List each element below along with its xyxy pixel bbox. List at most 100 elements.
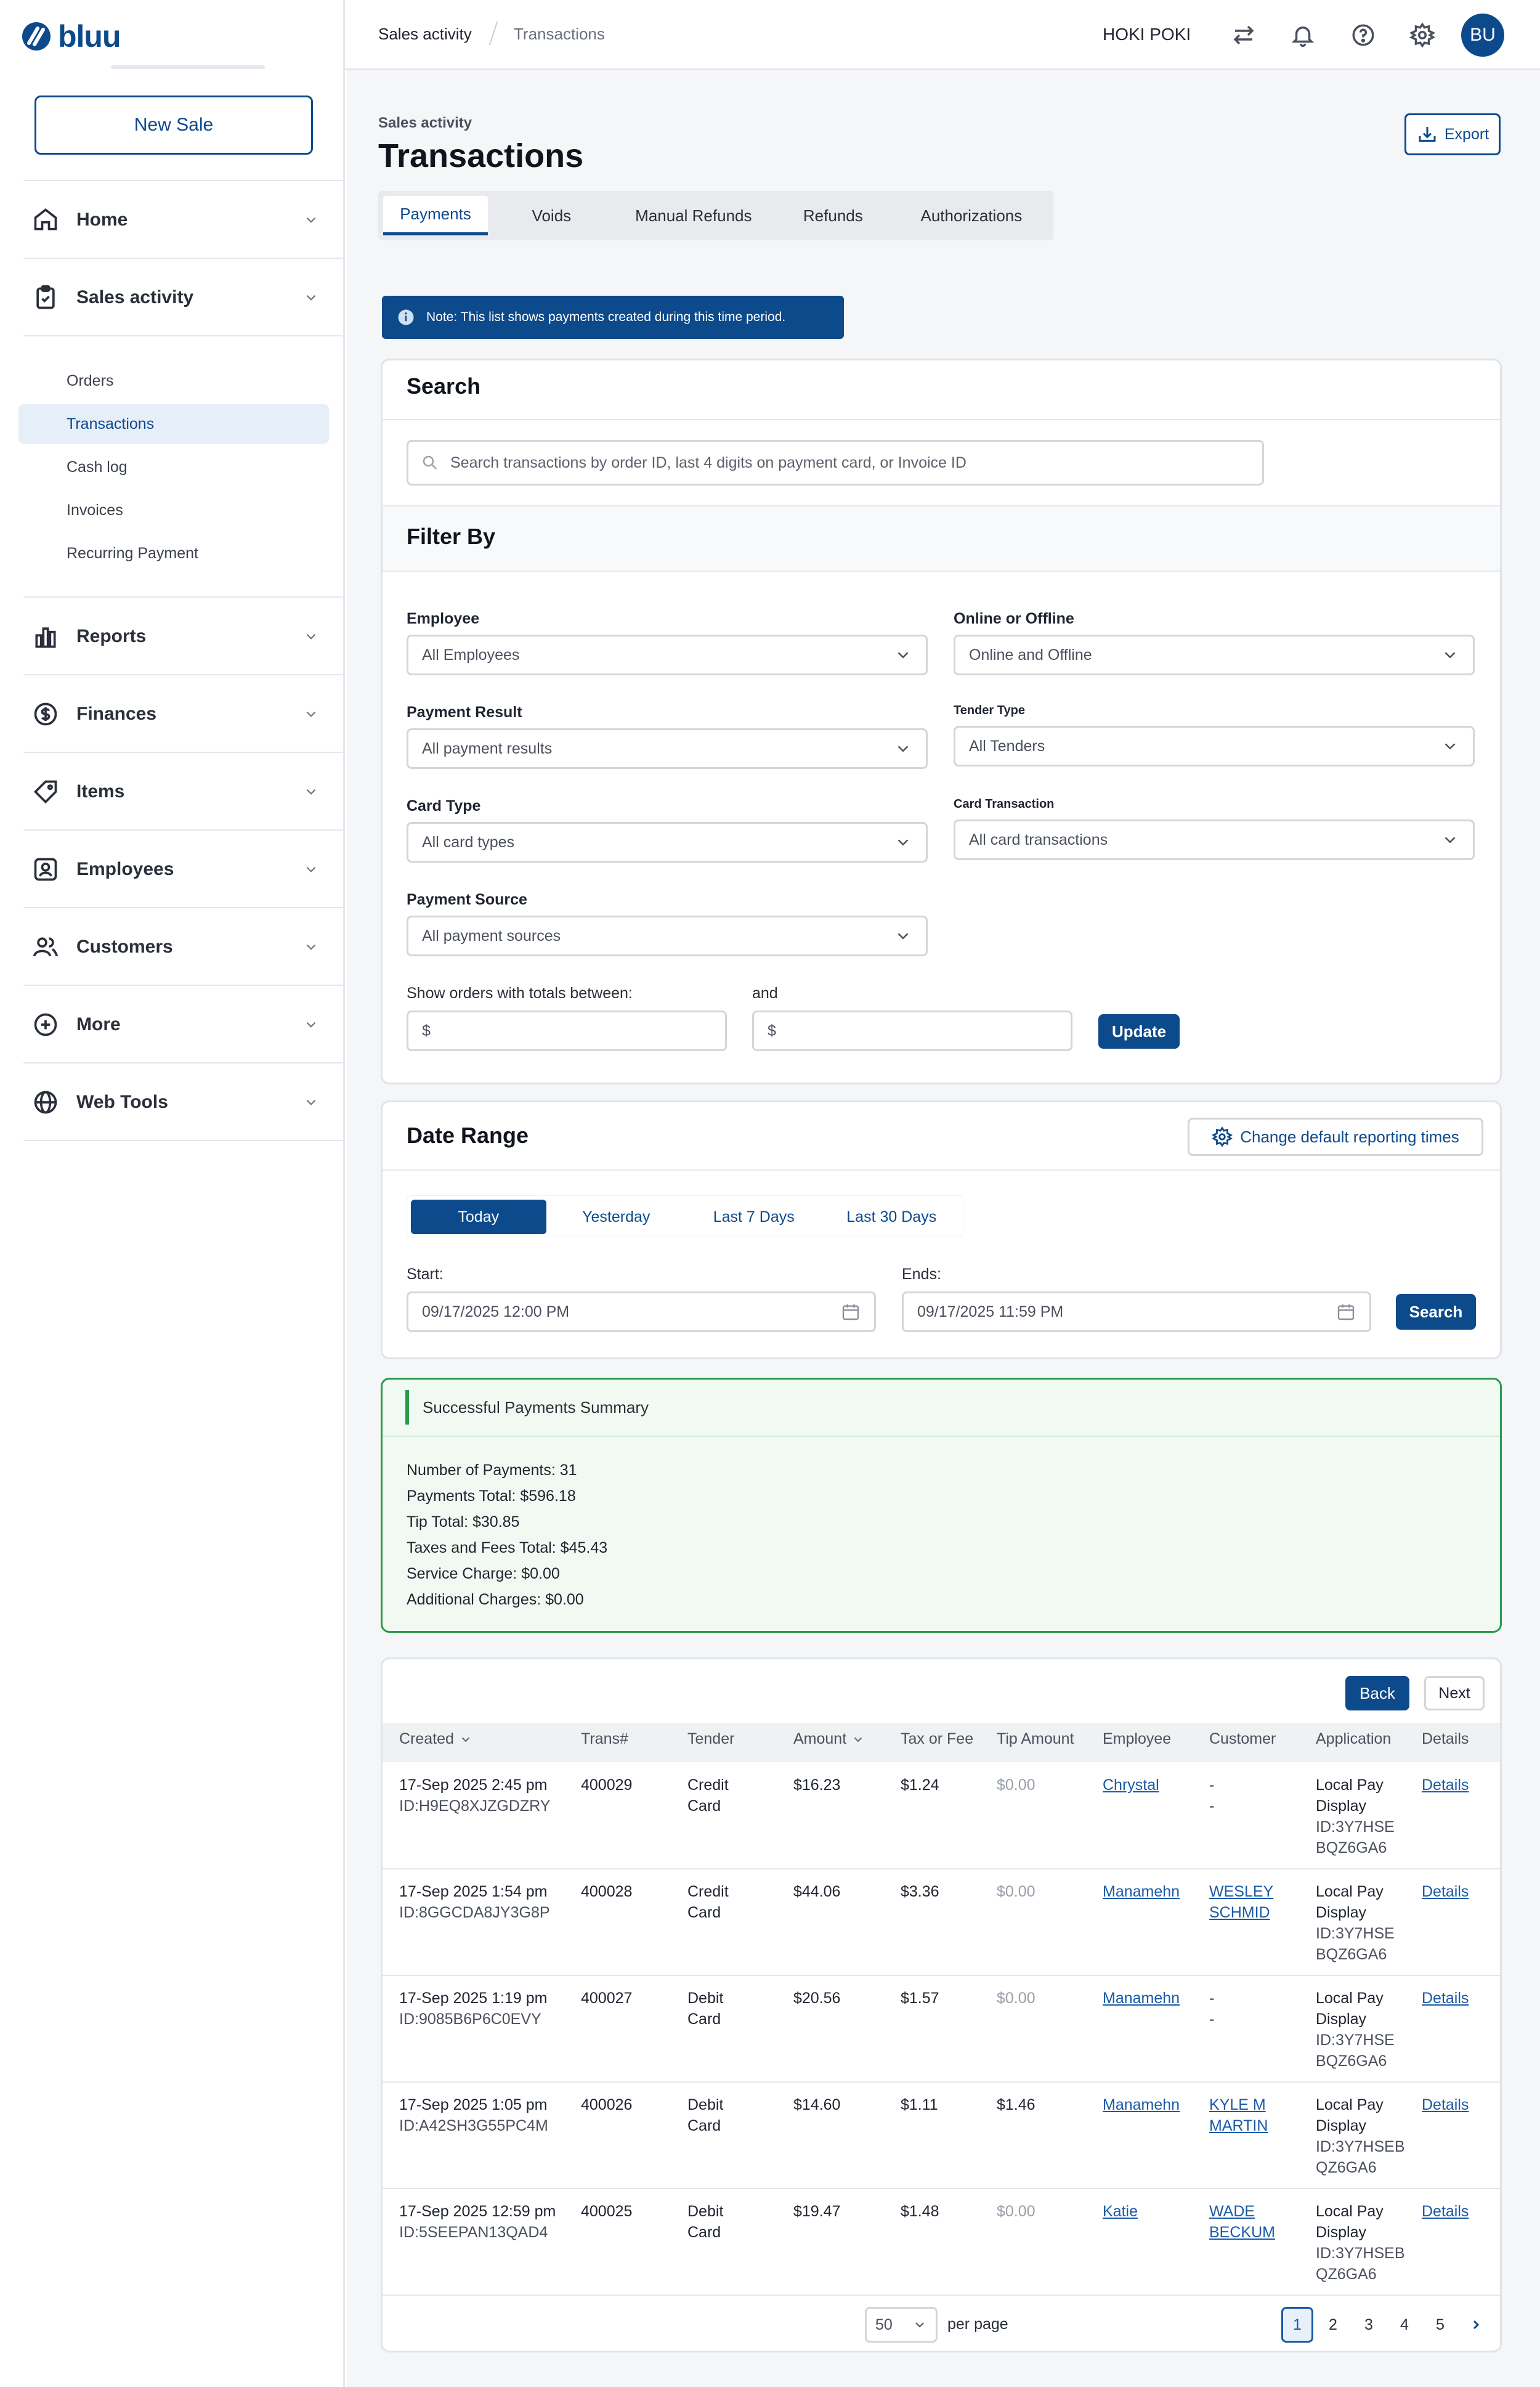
customer-link[interactable]: WESLEY	[1209, 1881, 1273, 1902]
start-date-input[interactable]: 09/17/2025 12:00 PM	[407, 1291, 876, 1332]
preset-last-7-days[interactable]: Last 7 Days	[686, 1200, 822, 1234]
sidebar-item-recurring-payment[interactable]: Recurring Payment	[18, 534, 329, 573]
preset-last-30-days[interactable]: Last 30 Days	[824, 1200, 960, 1234]
details-link[interactable]: Details	[1422, 1775, 1469, 1795]
customer-link[interactable]: WADE	[1209, 2201, 1255, 2222]
payment-source-select[interactable]: All payment sources	[407, 916, 928, 956]
customer-link-2[interactable]: BECKUM	[1209, 2222, 1275, 2243]
cell-application-id-2: BQZ6GA6	[1316, 2052, 1387, 2070]
nav-divider	[23, 1140, 344, 1141]
store-name[interactable]: HOKI POKI	[1103, 25, 1191, 44]
help-icon[interactable]	[1350, 22, 1376, 48]
employee-link[interactable]: Katie	[1103, 2201, 1138, 2222]
info-note: Note: This list shows payments created d…	[382, 296, 844, 339]
nav-item-customers[interactable]: Customers	[23, 908, 344, 986]
column-amount[interactable]: Amount	[793, 1730, 865, 1748]
sidebar-item-transactions[interactable]: Transactions	[18, 404, 329, 444]
cell-tip: $0.00	[997, 2203, 1035, 2220]
cell-tip: $0.00	[997, 1776, 1035, 1794]
change-default-times-button[interactable]: Change default reporting times	[1188, 1118, 1483, 1156]
page-4[interactable]: 4	[1388, 2307, 1420, 2343]
tag-icon	[33, 780, 57, 804]
switch-arrows-icon[interactable]	[1231, 22, 1257, 48]
tender-type-select[interactable]: All Tenders	[954, 726, 1475, 767]
sidebar-item-orders[interactable]: Orders	[18, 361, 329, 401]
min-total-input[interactable]: $	[407, 1011, 727, 1051]
date-range-title: Date Range	[407, 1123, 529, 1148]
per-page-label: per page	[947, 2316, 1008, 2333]
breadcrumb-sales-activity[interactable]: Sales activity	[378, 25, 472, 44]
nav-label: Customers	[76, 937, 173, 957]
export-button[interactable]: Export	[1404, 113, 1501, 155]
nav-item-finances[interactable]: Finances	[23, 675, 344, 753]
logo-divider	[111, 65, 265, 69]
cell-order-id: ID:8GGCDA8JY3G8P	[399, 1904, 550, 1921]
cell-amount: $16.23	[793, 1776, 841, 1794]
info-icon	[398, 309, 414, 325]
tab-voids[interactable]: Voids	[490, 196, 613, 235]
card-transaction-select[interactable]: All card transactions	[954, 819, 1475, 860]
avatar[interactable]: BU	[1461, 14, 1504, 57]
preset-today[interactable]: Today	[411, 1200, 546, 1234]
employee-select[interactable]: All Employees	[407, 635, 928, 675]
payment-result-select[interactable]: All payment results	[407, 728, 928, 769]
end-date-input[interactable]: 09/17/2025 11:59 PM	[902, 1291, 1371, 1332]
nav-item-employees[interactable]: Employees	[23, 831, 344, 908]
per-page-select[interactable]: 50	[865, 2307, 938, 2343]
employee-link[interactable]: Manamehn	[1103, 2094, 1180, 2115]
cell-trans: 400026	[581, 2096, 633, 2113]
update-button[interactable]: Update	[1098, 1014, 1180, 1049]
page-5[interactable]: 5	[1424, 2307, 1456, 2343]
details-link[interactable]: Details	[1422, 1881, 1469, 1902]
page-3[interactable]: 3	[1353, 2307, 1385, 2343]
summary-taxes-fees-total: Taxes and Fees Total: $45.43	[407, 1539, 608, 1556]
customer-link-2[interactable]: SCHMID	[1209, 1902, 1270, 1923]
per-page-value: 50	[875, 2316, 893, 2333]
tab-authorizations[interactable]: Authorizations	[894, 196, 1048, 235]
gear-icon[interactable]	[1409, 22, 1435, 48]
details-link[interactable]: Details	[1422, 2201, 1469, 2222]
cell-application: Local Pay	[1316, 2203, 1384, 2220]
max-total-input[interactable]: $	[752, 1011, 1072, 1051]
tab-manual-refunds[interactable]: Manual Refunds	[615, 196, 772, 235]
details-link[interactable]: Details	[1422, 1988, 1469, 2009]
cell-created: 17-Sep 2025 2:45 pm	[399, 1776, 548, 1794]
nav-item-more[interactable]: More	[23, 986, 344, 1063]
nav-item-reports[interactable]: Reports	[23, 598, 344, 675]
tab-refunds[interactable]: Refunds	[774, 196, 892, 235]
preset-yesterday[interactable]: Yesterday	[549, 1200, 684, 1234]
sidebar-item-invoices[interactable]: Invoices	[18, 490, 329, 530]
employee-link[interactable]: Manamehn	[1103, 1988, 1180, 2009]
next-page-button[interactable]	[1460, 2307, 1492, 2343]
new-sale-button[interactable]: New Sale	[34, 96, 313, 155]
details-link[interactable]: Details	[1422, 2094, 1469, 2115]
tab-payments[interactable]: Payments	[383, 196, 488, 235]
date-search-button[interactable]: Search	[1396, 1294, 1476, 1330]
page-2[interactable]: 2	[1317, 2307, 1349, 2343]
bell-icon[interactable]	[1290, 22, 1316, 48]
page-1[interactable]: 1	[1281, 2307, 1313, 2343]
cell-application: Local Pay	[1316, 1990, 1384, 2007]
employee-link[interactable]: Chrystal	[1103, 1775, 1159, 1795]
end-date-value: 09/17/2025 11:59 PM	[917, 1303, 1064, 1320]
cell-customer: -	[1209, 1990, 1215, 2007]
search-input[interactable]: Search transactions by order ID, last 4 …	[407, 440, 1264, 486]
online-offline-select[interactable]: Online and Offline	[954, 635, 1475, 675]
employee-link[interactable]: Manamehn	[1103, 1881, 1180, 1902]
change-default-times-label: Change default reporting times	[1240, 1127, 1459, 1146]
column-created[interactable]: Created	[399, 1730, 472, 1748]
back-button[interactable]: Back	[1345, 1676, 1409, 1710]
nav-item-home[interactable]: Home	[23, 181, 344, 259]
customer-link[interactable]: KYLE M	[1209, 2094, 1266, 2115]
brand-logo[interactable]: bluu	[21, 18, 126, 54]
row-divider	[383, 2188, 1500, 2189]
nav-item-sales-activity[interactable]: Sales activity	[23, 259, 344, 336]
cell-application-2: Display	[1316, 1797, 1366, 1815]
nav-item-items[interactable]: Items	[23, 753, 344, 831]
customer-link-2[interactable]: MARTIN	[1209, 2115, 1268, 2136]
nav-item-web-tools[interactable]: Web Tools	[23, 1063, 344, 1141]
employee-label: Employee	[407, 610, 480, 627]
next-button[interactable]: Next	[1424, 1676, 1485, 1710]
card-type-select[interactable]: All card types	[407, 822, 928, 863]
sidebar-item-cash-log[interactable]: Cash log	[18, 447, 329, 487]
